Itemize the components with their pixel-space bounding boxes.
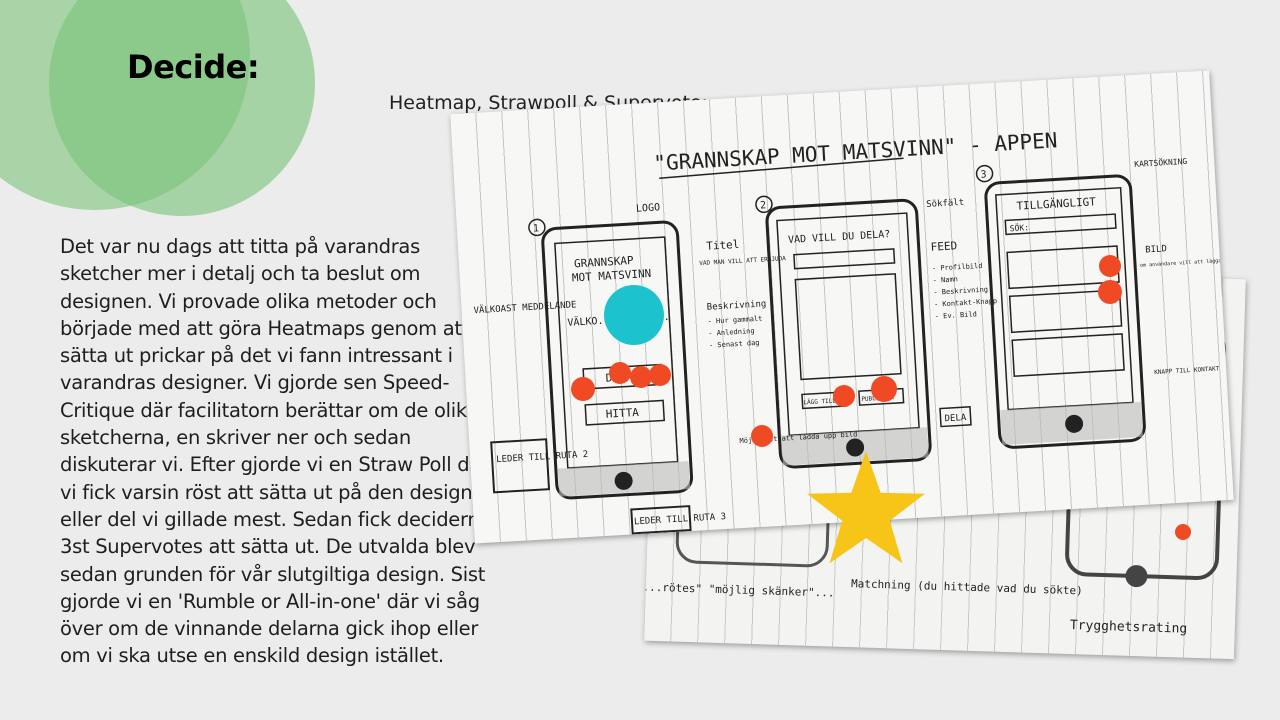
heatmap-dot <box>571 377 595 401</box>
heatmap-dot <box>871 376 897 402</box>
supervote-star <box>807 451 925 564</box>
vote-overlay <box>571 255 1191 564</box>
heatmap-dot <box>649 364 671 386</box>
heatmap-dot <box>630 366 652 388</box>
heatmap-dot <box>1175 524 1191 540</box>
heatmap-dot <box>833 385 855 407</box>
heatmap-dot <box>1099 255 1121 277</box>
heatmap-dot <box>751 425 773 447</box>
heatmap-dot <box>1098 280 1122 304</box>
heatmap-dot <box>609 362 631 384</box>
strawpoll-vote-dot <box>604 285 664 345</box>
